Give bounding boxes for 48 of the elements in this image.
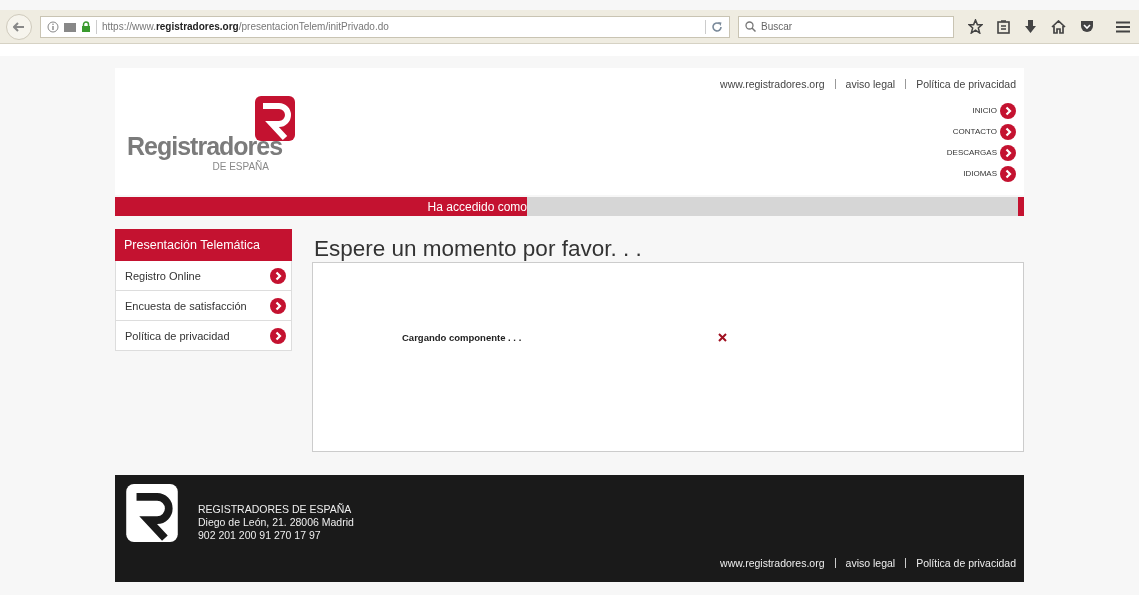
chevron-icon[interactable]: [1000, 165, 1016, 182]
chevron-icon[interactable]: [270, 327, 286, 344]
sidebar-item[interactable]: Registro Online: [115, 261, 292, 291]
close-icon[interactable]: [718, 332, 728, 342]
chevron-icon[interactable]: [1000, 144, 1016, 161]
chevron-icon[interactable]: [1000, 102, 1016, 119]
footer-address-line: Diego de León, 21. 28006 Madrid: [198, 516, 354, 529]
menu-icon[interactable]: [1116, 20, 1130, 33]
nav-link[interactable]: DESCARGAS: [946, 148, 997, 157]
lock-icon: [81, 21, 91, 32]
footer-link[interactable]: aviso legal: [845, 557, 896, 569]
chevron-icon[interactable]: [270, 267, 286, 284]
accent-stripe: [1018, 197, 1024, 216]
sidebar-item[interactable]: Política de privacidad: [115, 321, 292, 351]
nav-link[interactable]: INICIO: [972, 106, 997, 115]
sidebar-item[interactable]: Encuesta de satisfacción: [115, 291, 292, 321]
home-icon[interactable]: [1051, 19, 1066, 34]
footer-link[interactable]: Política de privacidad: [916, 557, 1016, 569]
reload-icon[interactable]: [711, 20, 723, 33]
url-text: https://www.registradores.org/presentacionTelem/initPrivado.do: [102, 21, 389, 32]
sidebar-title: Presentación Telemática: [115, 229, 292, 261]
session-label: Ha accedido como: [427, 199, 527, 214]
search-icon: [745, 20, 756, 32]
logo-name: Registradores: [127, 132, 284, 160]
search-field[interactable]: Buscar: [738, 15, 954, 38]
loading-text: Cargando componente . . .: [402, 331, 522, 343]
nav-link[interactable]: CONTACTO: [952, 127, 997, 136]
pocket-icon[interactable]: [1080, 20, 1094, 33]
header-link[interactable]: Política de privacidad: [916, 78, 1016, 90]
page-title: Espere un momento por favor. . .: [314, 236, 643, 262]
header-link[interactable]: aviso legal: [845, 78, 896, 90]
star-icon[interactable]: [968, 19, 983, 34]
footer-address-line: REGISTRADORES DE ESPAÑA: [198, 503, 353, 516]
footer-logo-icon: [123, 484, 181, 542]
download-icon[interactable]: [1024, 19, 1037, 34]
back-arrow-icon: [13, 21, 25, 32]
back-button[interactable]: [6, 13, 32, 40]
chevron-icon[interactable]: [1000, 123, 1016, 140]
logo-subtitle: DE ESPAÑA: [212, 161, 269, 172]
clipboard-icon[interactable]: [997, 19, 1010, 34]
footer-address-line: 902 201 200 91 270 17 97: [198, 529, 322, 542]
nav-link[interactable]: IDIOMAS: [963, 169, 997, 178]
folder-icon: [64, 21, 76, 32]
footer-link[interactable]: www.registradores.org: [720, 557, 825, 569]
info-icon: [47, 20, 59, 33]
address-bar[interactable]: https://www.registradores.org/presentacionTelem/initPrivado.do: [40, 15, 730, 38]
header-link[interactable]: www.registradores.org: [720, 78, 825, 90]
chevron-icon[interactable]: [270, 297, 286, 314]
